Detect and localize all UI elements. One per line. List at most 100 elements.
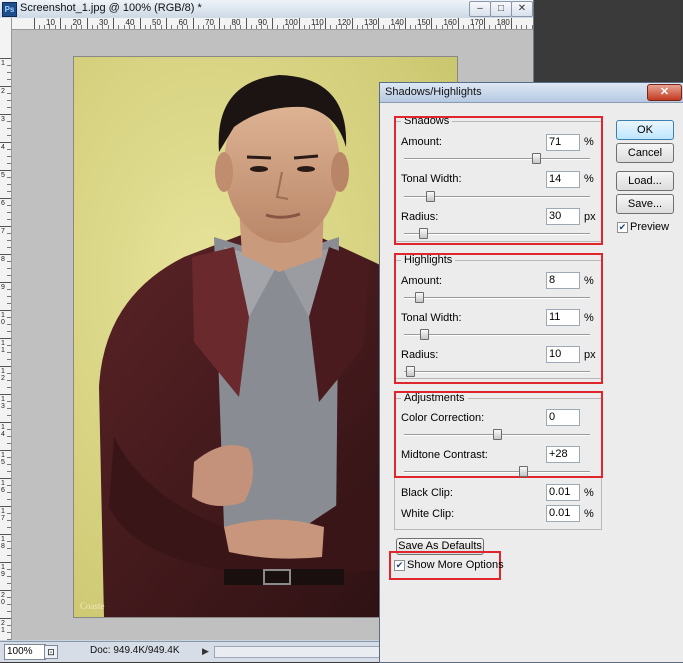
color-correction-input[interactable]: 0 [546,409,580,426]
midtone-contrast-slider-thumb[interactable] [519,466,529,477]
vertical-ruler[interactable]: 1 2 3 4 5 6 7 8 9 1 0 1 1 1 2 1 3 1 4 1 5 1 6 1 7 1 8 1 9 2… [0,18,12,640]
save-button[interactable]: Save... [616,194,674,214]
ruler-v-major-tick [0,506,11,507]
midtone-contrast-slider-track[interactable] [404,471,590,473]
ruler-v-label: 1 9 [1,564,5,578]
ruler-v-minor-tick [7,380,11,381]
highlights-amount-slider-track[interactable] [404,297,590,299]
ruler-v-minor-tick [7,135,11,136]
white-clip-input[interactable]: 0.01 [546,505,580,522]
ruler-v-minor-tick [7,576,11,577]
shadows-amount-input[interactable]: 71 [546,134,580,151]
highlights-tonal-width-input[interactable]: 11 [546,309,580,326]
cancel-button[interactable]: Cancel [616,143,674,163]
dialog-close-button[interactable]: ✕ [647,84,682,101]
ruler-h-major-tick [219,18,220,29]
status-arrow-icon[interactable]: ▶ [202,646,209,657]
ruler-h-minor-tick [224,25,226,29]
ruler-v-major-tick [0,58,11,59]
ruler-h-major-tick [510,18,512,29]
ruler-v-major-tick [0,310,11,311]
shadows-radius-slider-track[interactable] [404,233,590,235]
ruler-h-label: 130 [364,18,378,27]
ruler-v-minor-tick [7,65,11,66]
ruler-v-minor-tick [7,247,11,248]
photo-watermark: Coaste [80,601,105,611]
ruler-h-minor-tick [383,25,385,29]
ruler-v-minor-tick [7,219,11,220]
ruler-h-major-tick [431,18,432,29]
ruler-h-minor-tick [197,25,199,29]
ruler-v-label: 4 [1,144,5,151]
ruler-v-major-tick [0,114,11,115]
ruler-v-minor-tick [7,429,11,430]
black-clip-input[interactable]: 0.01 [546,484,580,501]
shadows-tonal-width-slider-thumb[interactable] [426,191,436,202]
zoom-field[interactable]: 100% [4,644,46,660]
highlights-radius-input[interactable]: 10 [546,346,580,363]
midtone-contrast-input[interactable]: +28 [546,446,580,463]
ruler-v-label: 8 [1,256,5,263]
ruler-v-minor-tick [7,324,11,325]
ruler-v-label: 7 [1,228,5,235]
ruler-v-minor-tick [7,149,11,150]
ruler-h-minor-tick [150,25,152,29]
ruler-h-label: 140 [390,18,404,27]
status-menu-icon[interactable]: ⊡ [44,645,58,659]
ruler-v-minor-tick [7,387,11,388]
ruler-h-minor-tick [256,25,258,29]
highlights-tonal-width-slider-track[interactable] [404,334,590,336]
highlights-amount-slider-thumb[interactable] [414,292,424,303]
document-titlebar[interactable]: Ps Screenshot_1.jpg @ 100% (RGB/8) * – □… [0,0,533,19]
ruler-v-minor-tick [7,604,11,605]
ruler-v-minor-tick [7,569,11,570]
shadows-amount-slider-thumb[interactable] [532,153,542,164]
dialog-titlebar[interactable]: Shadows/Highlights ✕ [380,83,683,103]
highlights-amount-unit: % [584,275,594,287]
ruler-h-label: 20 [72,18,82,27]
shadows-radius-slider-thumb[interactable] [418,228,428,239]
highlights-tonal-width-label: Tonal Width: [401,312,462,324]
ruler-v-minor-tick [7,408,11,409]
highlights-amount-input[interactable]: 8 [546,272,580,289]
color-correction-slider-thumb[interactable] [493,429,502,440]
ruler-h-major-tick [484,18,485,29]
ruler-v-minor-tick [7,485,11,486]
ruler-v-major-tick [0,590,11,591]
ruler-h-minor-tick [118,25,120,29]
load-button[interactable]: Load... [616,171,674,191]
ruler-v-label: 1 0 [1,312,5,326]
ruler-h-minor-tick [91,25,93,29]
shadows-radius-input[interactable]: 30 [546,208,580,225]
ruler-h-minor-tick [362,25,364,29]
ruler-v-minor-tick [7,240,11,241]
ruler-h-minor-tick [409,25,411,29]
horizontal-ruler[interactable]: 10 20 30 40 50 60 70 80 90 100 110 120 130 140 150 160 1… [11,18,533,30]
show-more-options-checkbox[interactable]: ✔ [394,560,405,571]
ruler-v-minor-tick [7,317,11,318]
ruler-h-minor-tick [335,25,337,29]
ruler-h-label: 40 [125,18,135,27]
ruler-v-major-tick [0,282,11,283]
ruler-h-major-tick [245,18,247,29]
ruler-v-label: 1 4 [1,424,5,438]
ruler-h-label: 110 [311,18,324,27]
highlights-radius-slider-track[interactable] [404,371,590,373]
ruler-h-minor-tick [97,25,99,29]
highlights-tonal-width-slider-thumb[interactable] [420,329,430,340]
close-document-button[interactable]: ✕ [511,1,533,17]
ok-button[interactable]: OK [616,120,674,140]
ruler-v-minor-tick [7,359,11,360]
ruler-h-minor-tick [526,25,528,29]
ruler-v-minor-tick [7,471,11,472]
ruler-v-minor-tick [7,555,11,556]
ruler-v-major-tick [0,422,11,423]
minimize-button[interactable]: – [469,1,491,17]
maximize-button[interactable]: □ [490,1,512,17]
ruler-v-label: 2 0 [1,592,5,606]
highlights-radius-slider-thumb[interactable] [405,366,415,377]
preview-checkbox[interactable]: ✔ [617,222,628,233]
shadows-amount-slider-track[interactable] [404,158,590,160]
ruler-v-major-tick [0,142,11,143]
shadows-tonal-width-input[interactable]: 14 [546,171,580,188]
